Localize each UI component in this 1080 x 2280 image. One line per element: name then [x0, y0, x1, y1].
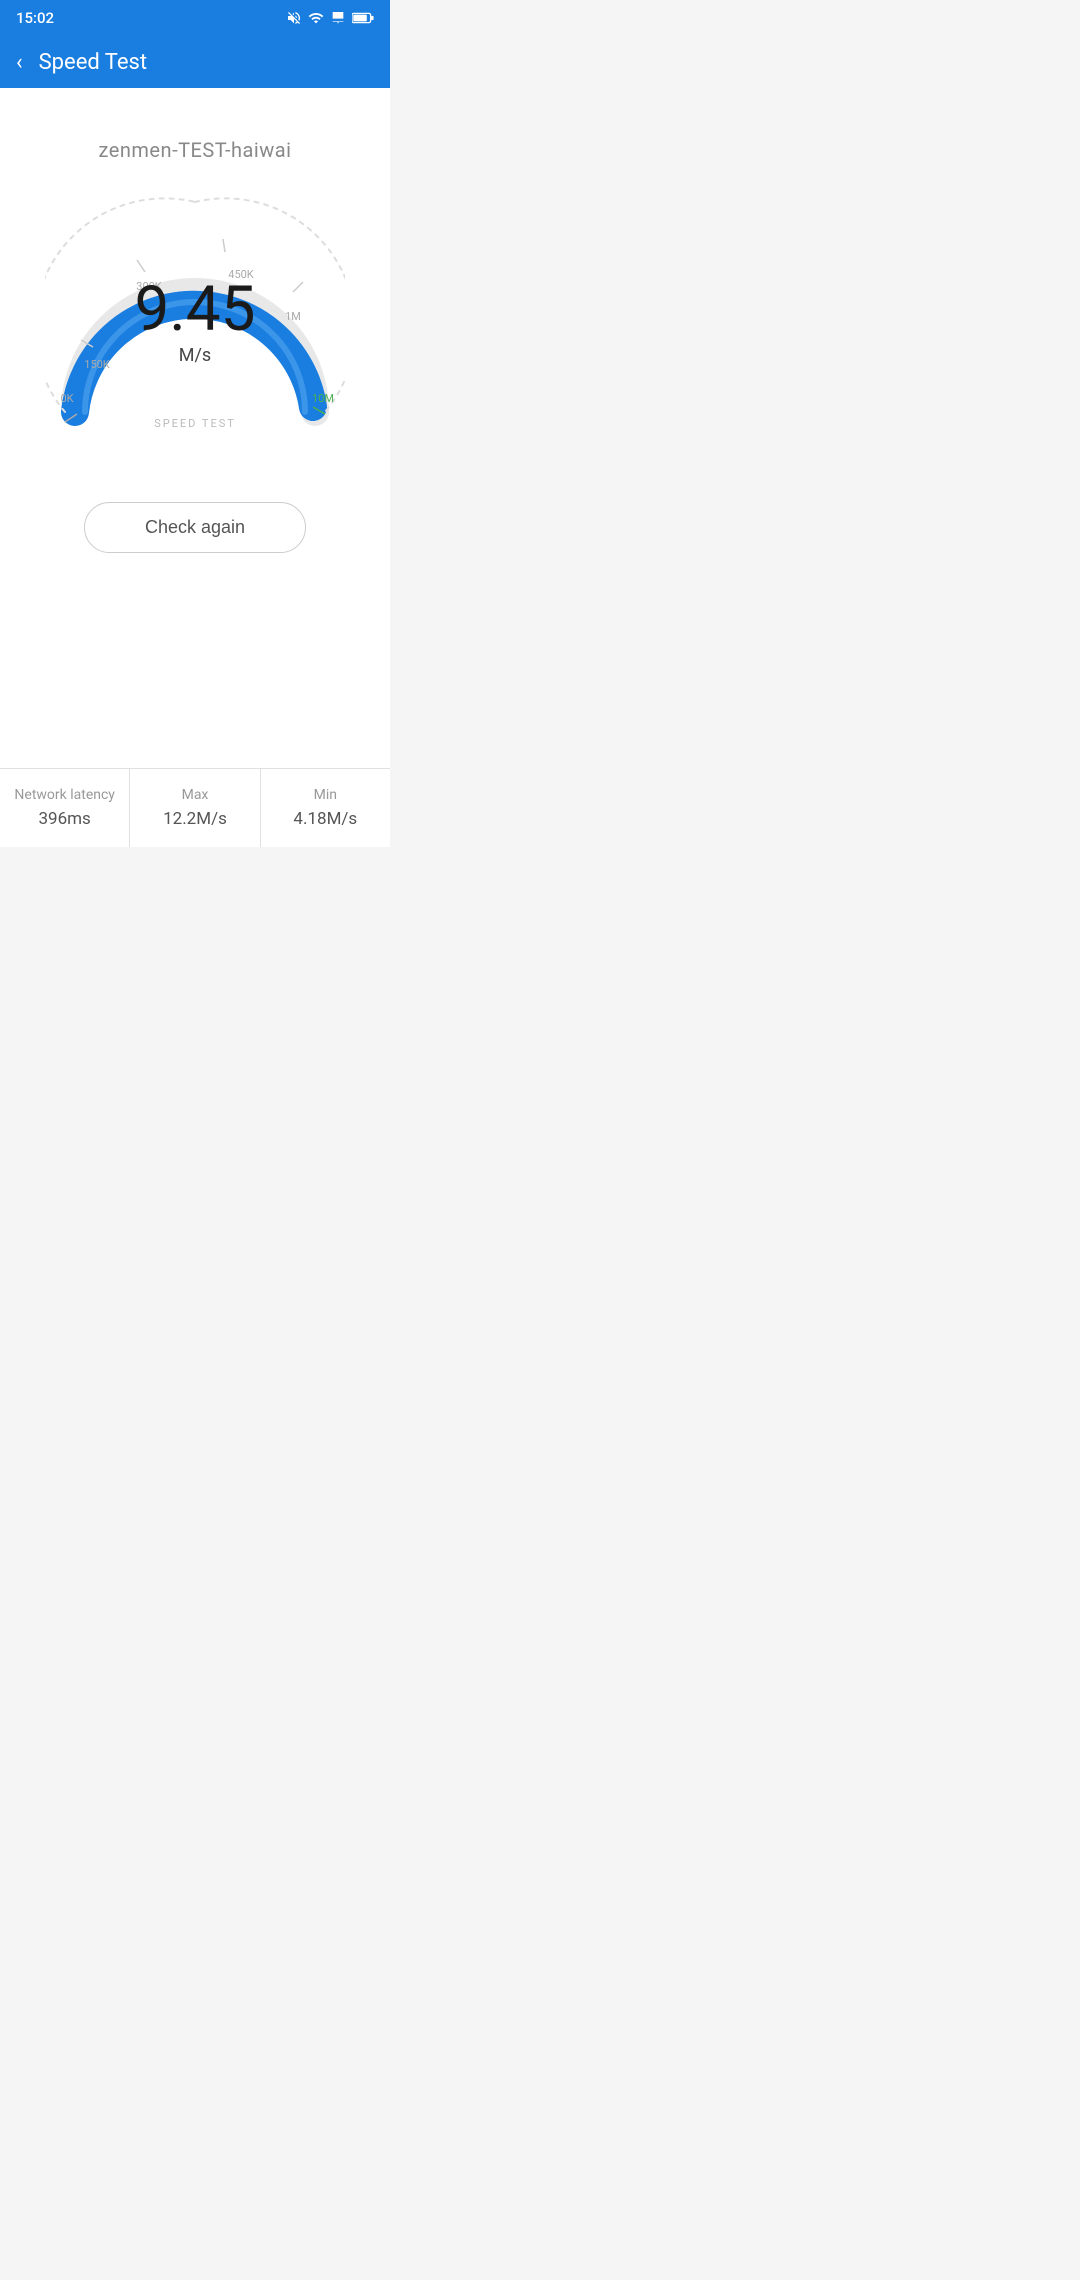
page-title: Speed Test	[39, 50, 147, 75]
gauge-value: 9.45	[135, 279, 256, 341]
stat-latency-label: Network latency	[10, 787, 119, 803]
stat-min-label: Min	[271, 787, 380, 803]
stat-latency: Network latency 396ms	[0, 769, 130, 847]
back-button[interactable]: ‹	[16, 50, 23, 75]
status-time: 15:02	[16, 9, 54, 27]
screen-icon	[330, 10, 346, 26]
battery-icon	[352, 12, 374, 24]
stat-min-value: 4.18M/s	[271, 809, 380, 829]
status-icons	[286, 10, 374, 26]
stat-min: Min 4.18M/s	[261, 769, 390, 847]
mute-icon	[286, 10, 302, 26]
check-again-button[interactable]: Check again	[84, 502, 306, 553]
network-name: zenmen-TEST-haiwai	[98, 138, 291, 162]
gauge-label-1m: 1M	[285, 310, 301, 323]
stat-max-label: Max	[140, 787, 249, 803]
main-content: zenmen-TEST-haiwai	[0, 88, 390, 768]
speed-test-label: SPEED TEST	[154, 417, 236, 430]
status-bar: 15:02	[0, 0, 390, 36]
speed-gauge: 150K 300K 450K 1M 0K 10M 9.45 M/s SPEED …	[45, 192, 345, 462]
bottom-stats: Network latency 396ms Max 12.2M/s Min 4.…	[0, 768, 390, 847]
gauge-center: 9.45 M/s	[135, 279, 256, 366]
gauge-label-150k: 150K	[84, 358, 110, 371]
stat-latency-value: 396ms	[10, 809, 119, 829]
wifi-icon	[308, 10, 324, 26]
gauge-unit: M/s	[135, 345, 256, 366]
app-bar: ‹ Speed Test	[0, 36, 390, 88]
gauge-label-10m: 10M	[312, 392, 334, 405]
stat-max: Max 12.2M/s	[130, 769, 260, 847]
gauge-label-0k: 0K	[60, 392, 73, 405]
stat-max-value: 12.2M/s	[140, 809, 249, 829]
